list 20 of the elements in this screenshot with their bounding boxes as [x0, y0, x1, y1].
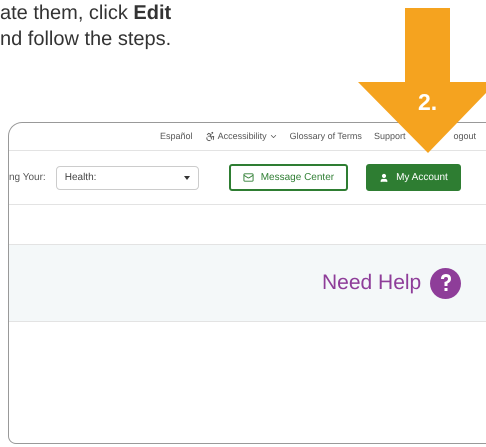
envelope-icon — [242, 172, 254, 183]
instruction-text: ate them, click Edit — [0, 1, 172, 26]
accessibility-icon — [204, 131, 216, 142]
message-center-button[interactable]: Message Center — [228, 164, 348, 191]
select-label: ng Your: — [9, 171, 46, 185]
nav-link[interactable]: ogout — [453, 130, 476, 144]
insurance-select[interactable]: Health: — [56, 166, 199, 190]
need-help-text[interactable]: Need Help — [322, 267, 422, 299]
caret-icon — [268, 132, 278, 141]
select-value: Health: — [64, 171, 96, 185]
nav-link[interactable]: Glossary of Terms — [290, 130, 362, 144]
nav-link[interactable]: Español — [160, 130, 193, 144]
instruction-text: nd follow the steps. — [0, 27, 172, 52]
nav-link[interactable]: Support — [374, 130, 406, 144]
my-account-button[interactable]: My Account — [366, 164, 461, 191]
help-icon[interactable] — [430, 268, 462, 298]
user-icon — [379, 172, 390, 182]
dropdown-icon — [184, 176, 190, 180]
step-number: 2. — [418, 88, 438, 117]
nav-link[interactable]: Accessibility — [218, 130, 267, 144]
